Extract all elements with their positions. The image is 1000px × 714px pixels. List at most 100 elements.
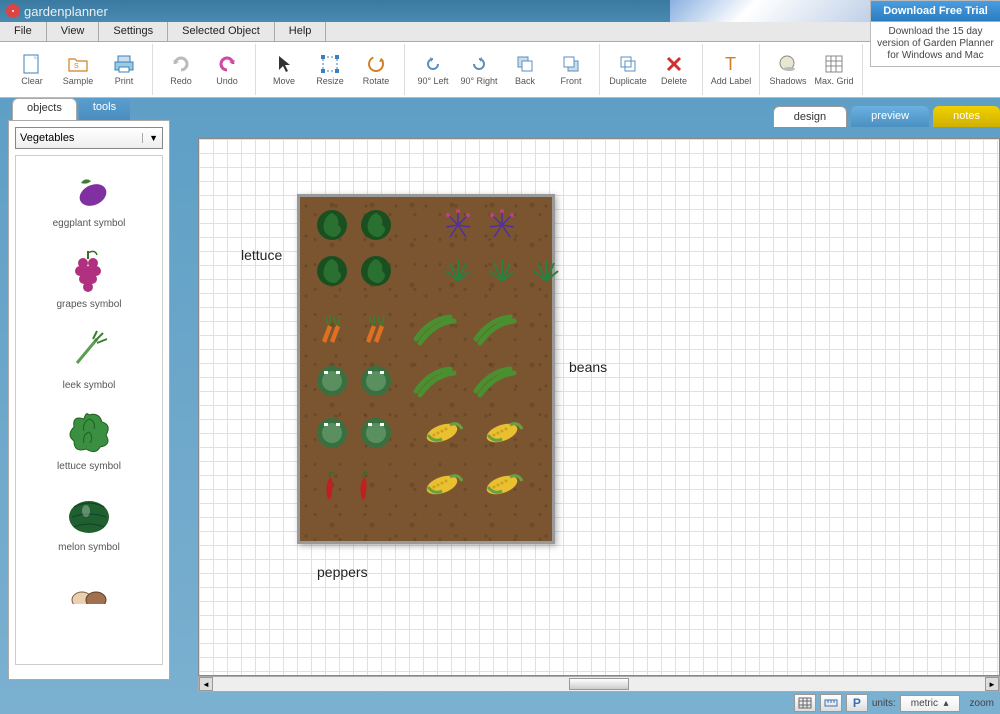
download-trial-button[interactable]: Download Free Trial — [871, 1, 1000, 22]
plant-pepper[interactable] — [348, 467, 384, 503]
plant-carrot[interactable] — [314, 311, 350, 347]
object-list[interactable]: eggplant symbol grapes symbol leek symbo… — [15, 155, 163, 665]
max-grid-button[interactable]: Max. Grid — [812, 45, 856, 95]
front-icon — [561, 54, 581, 74]
menu-view[interactable]: View — [47, 22, 100, 41]
move-button[interactable]: Move — [262, 45, 306, 95]
resize-button[interactable]: Resize — [308, 45, 352, 95]
delete-icon — [664, 54, 684, 74]
cursor-icon — [274, 54, 294, 74]
object-lettuce[interactable]: lettuce symbol — [16, 399, 162, 480]
zoom-label: zoom — [970, 698, 994, 709]
object-partial[interactable] — [16, 561, 162, 627]
lettuce-icon — [64, 407, 114, 457]
clear-button[interactable]: Clear — [10, 45, 54, 95]
scroll-right-button[interactable]: ► — [985, 677, 999, 691]
object-eggplant[interactable]: eggplant symbol — [16, 156, 162, 237]
grid-toggle-button[interactable] — [794, 694, 816, 712]
melon-icon — [64, 488, 114, 538]
plant-cabbage[interactable] — [314, 415, 350, 451]
rotate-right-button[interactable]: 90° Right — [457, 45, 501, 95]
category-dropdown[interactable]: Vegetables ▼ — [15, 127, 163, 149]
properties-button[interactable]: P — [846, 694, 868, 712]
scroll-left-button[interactable]: ◄ — [199, 677, 213, 691]
plant-beans[interactable] — [470, 311, 520, 347]
plant-grass[interactable] — [528, 253, 564, 289]
tab-tools[interactable]: tools — [79, 98, 130, 120]
plant-beans[interactable] — [470, 363, 520, 399]
tab-design[interactable]: design — [773, 106, 847, 127]
text-icon: T — [721, 54, 741, 74]
plant-corn[interactable] — [480, 467, 530, 503]
leek-icon — [64, 326, 114, 376]
menu-file[interactable]: File — [0, 22, 47, 41]
tab-objects[interactable]: objects — [12, 98, 77, 120]
duplicate-button[interactable]: Duplicate — [606, 45, 650, 95]
tab-notes[interactable]: notes — [933, 106, 1000, 127]
redo-button[interactable]: Redo — [159, 45, 203, 95]
plant-lettuce[interactable] — [314, 207, 350, 243]
mushroom-icon — [64, 569, 114, 619]
plant-corn[interactable] — [420, 415, 470, 451]
rotate-left-button[interactable]: 90° Left — [411, 45, 455, 95]
garden-bed[interactable] — [297, 194, 555, 544]
plant-lettuce[interactable] — [358, 253, 394, 289]
folder-icon: S — [68, 54, 88, 74]
ruler-toggle-button[interactable] — [820, 694, 842, 712]
menu-help[interactable]: Help — [275, 22, 327, 41]
plant-cabbage[interactable] — [358, 363, 394, 399]
menu-settings[interactable]: Settings — [99, 22, 168, 41]
units-select[interactable]: metric ▴ — [900, 695, 960, 712]
plant-cabbage[interactable] — [358, 415, 394, 451]
print-icon — [114, 54, 134, 74]
chevron-down-icon: ▼ — [142, 133, 158, 143]
plant-grass[interactable] — [440, 253, 476, 289]
page-icon — [22, 54, 42, 74]
plant-carrot[interactable] — [358, 311, 394, 347]
plant-herb[interactable] — [484, 207, 520, 243]
rotate-icon — [366, 54, 386, 74]
svg-text:S: S — [74, 63, 79, 70]
app-logo-icon — [6, 4, 20, 18]
sample-button[interactable]: SSample — [56, 45, 100, 95]
plant-beans[interactable] — [410, 363, 460, 399]
undo-button[interactable]: Undo — [205, 45, 249, 95]
canvas-label-beans[interactable]: beans — [569, 359, 607, 375]
rotate-button[interactable]: Rotate — [354, 45, 398, 95]
bring-front-button[interactable]: Front — [549, 45, 593, 95]
shadows-button[interactable]: Shadows — [766, 45, 810, 95]
units-label: units: — [872, 698, 896, 709]
objects-panel: objects tools Vegetables ▼ eggplant symb… — [0, 98, 178, 714]
eggplant-icon — [64, 164, 114, 214]
scroll-thumb[interactable] — [569, 678, 629, 690]
grid-icon — [824, 54, 844, 74]
status-bar: P units: metric ▴ zoom — [788, 692, 1000, 714]
add-label-button[interactable]: TAdd Label — [709, 45, 753, 95]
plant-cabbage[interactable] — [314, 363, 350, 399]
menu-selected-object[interactable]: Selected Object — [168, 22, 275, 41]
redo-icon — [171, 54, 191, 74]
plant-pepper[interactable] — [314, 467, 350, 503]
plant-herb[interactable] — [440, 207, 476, 243]
object-grapes[interactable]: grapes symbol — [16, 237, 162, 318]
tab-preview[interactable]: preview — [851, 106, 929, 127]
svg-text:T: T — [725, 55, 736, 73]
design-canvas[interactable]: lettuce beans peppers — [198, 138, 1000, 676]
object-melon[interactable]: melon symbol — [16, 480, 162, 561]
plant-corn[interactable] — [420, 467, 470, 503]
plant-lettuce[interactable] — [358, 207, 394, 243]
horizontal-scrollbar[interactable]: ◄ ► — [198, 676, 1000, 692]
plant-lettuce[interactable] — [314, 253, 350, 289]
resize-icon — [320, 54, 340, 74]
object-leek[interactable]: leek symbol — [16, 318, 162, 399]
delete-button[interactable]: Delete — [652, 45, 696, 95]
plant-beans[interactable] — [410, 311, 460, 347]
print-button[interactable]: Print — [102, 45, 146, 95]
plant-grass[interactable] — [484, 253, 520, 289]
canvas-label-peppers[interactable]: peppers — [317, 564, 368, 580]
plant-corn[interactable] — [480, 415, 530, 451]
canvas-label-lettuce[interactable]: lettuce — [241, 247, 282, 263]
send-back-button[interactable]: Back — [503, 45, 547, 95]
undo-icon — [217, 54, 237, 74]
dropdown-value: Vegetables — [20, 132, 74, 144]
